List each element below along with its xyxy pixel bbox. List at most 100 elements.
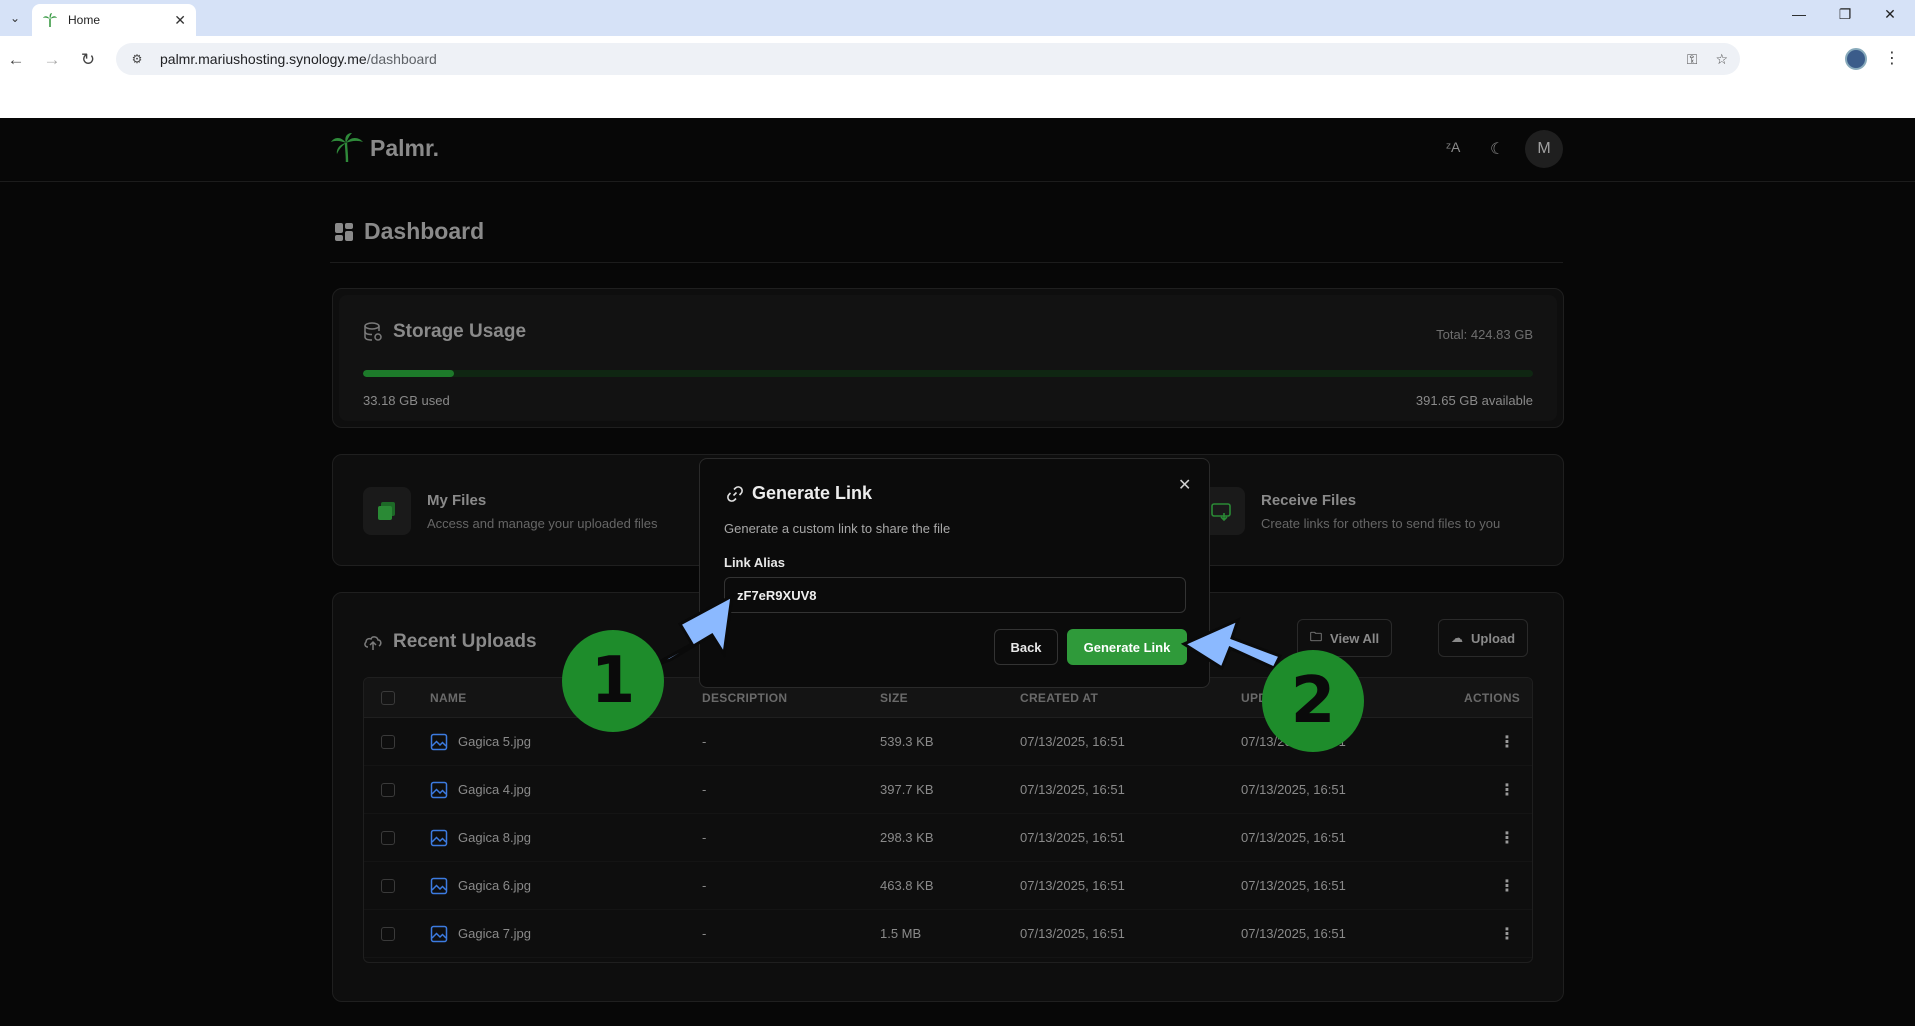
files-icon <box>363 487 411 535</box>
database-icon <box>364 322 382 341</box>
col-actions: ACTIONS <box>1464 690 1521 705</box>
restore-icon[interactable]: ❐ <box>1825 6 1865 23</box>
file-name-cell[interactable]: Gagica 4.jpg <box>430 781 531 799</box>
receive-files-desc: Create links for others to send files to… <box>1261 515 1501 531</box>
file-updated-at: 07/13/2025, 16:51 <box>1241 782 1346 797</box>
row-checkbox[interactable] <box>381 734 395 749</box>
file-description: - <box>702 878 707 893</box>
translate-icon[interactable]: ᶻA <box>1446 139 1460 155</box>
address-bar[interactable]: ⚙ palmr.mariushosting.synology.me/dashbo… <box>116 43 1740 75</box>
file-created-at: 07/13/2025, 16:51 <box>1020 830 1125 845</box>
step-2-badge: 2 <box>1262 650 1364 752</box>
site-settings-icon[interactable]: ⚙ <box>128 50 146 68</box>
bookmark-star-icon[interactable]: ☆ <box>1715 51 1728 68</box>
forward-arrow-icon[interactable]: → <box>40 48 64 72</box>
browser-tab[interactable]: Home ✕ <box>32 4 196 36</box>
row-checkbox[interactable] <box>381 878 395 893</box>
col-description: DESCRIPTION <box>702 690 788 705</box>
table-row[interactable]: Gagica 4.jpg - 397.7 KB 07/13/2025, 16:5… <box>364 766 1532 814</box>
image-file-icon <box>430 877 448 894</box>
title-divider <box>330 262 1563 263</box>
image-file-icon <box>430 733 448 750</box>
moon-icon[interactable]: ☾ <box>1490 139 1504 159</box>
cloud-upload-icon <box>364 636 382 650</box>
table-row[interactable]: Gagica 7.jpg - 1.5 MB 07/13/2025, 16:51 … <box>364 910 1532 958</box>
back-button[interactable]: Back <box>994 629 1058 665</box>
palm-logo-icon <box>331 133 363 163</box>
file-name-cell[interactable]: Gagica 8.jpg <box>430 829 531 847</box>
table-body: Gagica 5.jpg - 539.3 KB 07/13/2025, 16:5… <box>364 718 1532 958</box>
link-alias-input[interactable] <box>724 577 1186 613</box>
row-actions-icon[interactable]: ⋮ <box>1499 828 1515 848</box>
cloud-upload-small-icon: ☁ <box>1451 631 1463 645</box>
file-created-at: 07/13/2025, 16:51 <box>1020 734 1125 749</box>
password-key-icon[interactable]: ⚿ <box>1687 51 1698 68</box>
dialog-header: Generate Link <box>726 483 872 504</box>
user-avatar[interactable]: M <box>1525 130 1563 168</box>
quick-action-receive-files[interactable]: Receive Files Create links for others to… <box>1197 455 1500 567</box>
storage-used: 33.18 GB used <box>363 393 450 408</box>
dialog-description: Generate a custom link to share the file <box>724 521 951 536</box>
image-file-icon <box>430 781 448 798</box>
file-size: 298.3 KB <box>880 830 934 845</box>
table-row[interactable]: Gagica 8.jpg - 298.3 KB 07/13/2025, 16:5… <box>364 814 1532 862</box>
upload-button[interactable]: ☁ Upload <box>1438 619 1529 657</box>
file-updated-at: 07/13/2025, 16:51 <box>1241 926 1346 941</box>
row-actions-icon[interactable]: ⋮ <box>1499 924 1515 944</box>
page-title: Dashboard <box>334 218 484 245</box>
file-size: 463.8 KB <box>880 878 934 893</box>
file-created-at: 07/13/2025, 16:51 <box>1020 926 1125 941</box>
file-name: Gagica 4.jpg <box>458 782 531 797</box>
table-row[interactable]: Gagica 6.jpg - 463.8 KB 07/13/2025, 16:5… <box>364 862 1532 910</box>
storage-usage-card: Storage Usage Total: 424.83 GB 33.18 GB … <box>332 288 1564 428</box>
row-checkbox[interactable] <box>381 830 395 845</box>
link-icon <box>727 485 743 502</box>
recent-uploads-header: Recent Uploads <box>363 631 537 653</box>
window-close-icon[interactable]: ✕ <box>1870 6 1910 23</box>
generate-link-button[interactable]: Generate Link <box>1067 629 1187 665</box>
image-file-icon <box>430 829 448 846</box>
col-created-at: CREATED AT <box>1020 690 1099 705</box>
file-updated-at: 07/13/2025, 16:51 <box>1241 878 1346 893</box>
col-name: NAME <box>430 690 467 705</box>
receive-files-title: Receive Files <box>1261 491 1357 509</box>
quick-action-my-files[interactable]: My Files Access and manage your uploaded… <box>363 455 658 567</box>
my-files-title: My Files <box>427 491 487 509</box>
col-size: SIZE <box>880 690 908 705</box>
back-arrow-icon[interactable]: ← <box>4 48 28 72</box>
profile-avatar-icon[interactable] <box>1845 48 1867 70</box>
recent-uploads-title: Recent Uploads <box>393 631 537 652</box>
row-actions-icon[interactable]: ⋮ <box>1499 732 1515 752</box>
storage-card-inner <box>339 295 1557 421</box>
minimize-icon[interactable]: — <box>1779 6 1819 22</box>
reload-icon[interactable]: ↻ <box>76 48 100 72</box>
file-size: 1.5 MB <box>880 926 922 941</box>
file-created-at: 07/13/2025, 16:51 <box>1020 782 1125 797</box>
file-size: 397.7 KB <box>880 782 934 797</box>
row-actions-icon[interactable]: ⋮ <box>1499 876 1515 896</box>
file-name-cell[interactable]: Gagica 6.jpg <box>430 877 531 895</box>
row-checkbox[interactable] <box>381 782 395 797</box>
file-description: - <box>702 926 707 941</box>
brand-name: Palmr. <box>370 134 440 161</box>
file-name-cell[interactable]: Gagica 5.jpg <box>430 733 531 751</box>
file-name: Gagica 8.jpg <box>458 830 531 845</box>
row-actions-icon[interactable]: ⋮ <box>1499 780 1515 800</box>
palm-favicon-icon <box>43 13 57 27</box>
page-top-strip <box>0 82 1915 118</box>
tab-title: Home <box>68 13 101 27</box>
tab-search-button[interactable]: ⌄ <box>4 8 26 28</box>
file-name: Gagica 6.jpg <box>458 878 531 893</box>
url-text: palmr.mariushosting.synology.me/dashboar… <box>160 51 1669 67</box>
app-header: Palmr. ᶻA ☾ M <box>0 118 1915 182</box>
dialog-close-icon[interactable]: ✕ <box>1178 475 1191 495</box>
browser-menu-icon[interactable]: ⋮ <box>1884 48 1900 68</box>
file-name-cell[interactable]: Gagica 7.jpg <box>430 925 531 943</box>
tab-close-icon[interactable]: ✕ <box>174 12 186 29</box>
my-files-desc: Access and manage your uploaded files <box>427 515 658 531</box>
url-host: palmr.mariushosting.synology.me <box>160 51 367 67</box>
select-all-checkbox[interactable] <box>381 690 395 705</box>
browser-toolbar: ← → ↻ ⚙ palmr.mariushosting.synology.me/… <box>0 36 1915 82</box>
app-logo[interactable]: Palmr. <box>330 132 439 164</box>
row-checkbox[interactable] <box>381 926 395 941</box>
